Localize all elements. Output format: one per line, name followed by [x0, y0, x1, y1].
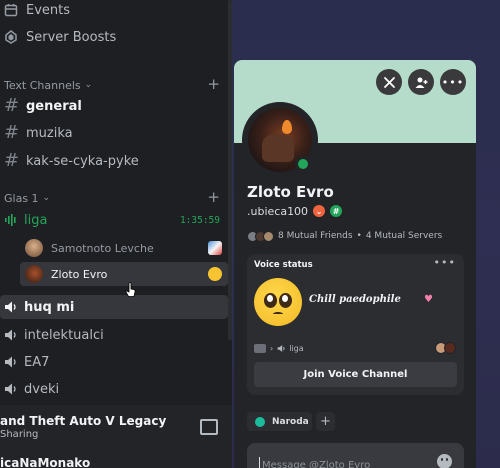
voice-user-name: Zloto Evro — [51, 267, 108, 281]
voice-activity-icon — [4, 213, 18, 227]
voice-user-samotnoto-levche[interactable]: Samotnoto Levche — [20, 236, 228, 260]
voice-status-title: Voice status — [254, 260, 313, 270]
more-options-button[interactable]: ••• — [440, 69, 466, 95]
boost-icon — [4, 30, 18, 44]
pleading-face-icon — [208, 267, 222, 281]
role-name: Naroda — [272, 416, 309, 427]
mutual-servers-label: 4 Mutual Servers — [365, 231, 443, 241]
speaker-icon — [4, 328, 18, 342]
voice-channel-row[interactable]: › liga — [254, 342, 304, 354]
current-user-name[interactable]: icaNaMonako — [0, 456, 90, 468]
emoji-eye — [279, 293, 292, 308]
voice-channel-ea7[interactable]: EA7 — [0, 350, 49, 374]
activity-panel: and Theft Auto V Legacy Sharing — [0, 404, 232, 452]
mutual-info[interactable]: 8 Mutual Friends • 4 Mutual Servers — [247, 229, 442, 243]
online-status-indicator — [295, 156, 311, 172]
pleading-face-icon — [254, 278, 302, 326]
chevron-down-icon: ⌄ — [84, 80, 93, 90]
hash-icon: # — [4, 122, 20, 143]
channel-label: EA7 — [24, 354, 50, 370]
heart-icon: ♥ — [424, 294, 433, 305]
voice-channel-dveki[interactable]: dveki — [0, 377, 59, 401]
profile-display-name: Zloto Evro — [247, 183, 334, 201]
chevron-right-icon: › — [270, 343, 274, 353]
channel-label: kak-se-cyka-pyke — [26, 153, 139, 169]
channel-sidebar: Events Server Boosts Text Channels ⌄ + #… — [0, 0, 232, 468]
voice-channel-huq-mi[interactable]: huq mi — [0, 295, 228, 319]
channel-muzika[interactable]: # muzika — [0, 121, 73, 145]
swords-icon — [383, 76, 395, 88]
category-glas-1[interactable]: Glas 1 ⌄ — [4, 190, 50, 206]
more-icon[interactable]: ••• — [434, 256, 456, 269]
role-tag[interactable]: Naroda — [247, 412, 312, 431]
create-channel-icon[interactable]: + — [207, 190, 220, 205]
hashtag-badge-icon: # — [330, 205, 343, 217]
speaker-icon — [4, 382, 18, 396]
user-panel: icaNaMonako — [0, 452, 232, 468]
activity-title: and Theft Auto V Legacy — [0, 414, 167, 428]
speaker-icon — [277, 344, 285, 352]
add-friend-button[interactable] — [408, 69, 434, 95]
message-input[interactable] — [259, 457, 429, 468]
sidebar-item-label: Events — [26, 2, 71, 18]
category-label: Glas 1 — [4, 191, 39, 205]
channel-label: muzika — [26, 125, 73, 141]
user-profile-popout: ••• Zloto Evro .ubieca100 ⌄ # 8 Mutual F… — [234, 60, 476, 468]
chevron-down-icon: ⌄ — [42, 193, 51, 203]
voice-channel-intelektualci[interactable]: intelektualci — [0, 323, 104, 347]
server-icon — [254, 343, 266, 353]
avatar-figure — [262, 134, 294, 162]
voice-user-name: Samotnoto Levche — [51, 241, 154, 255]
category-text-channels[interactable]: Text Channels ⌄ — [4, 77, 92, 93]
avatar — [25, 265, 43, 283]
avatar — [263, 230, 274, 242]
avatar — [444, 342, 456, 354]
sidebar-item-label: Server Boosts — [26, 29, 117, 45]
activity-subtitle: Sharing — [0, 429, 39, 440]
voice-channel-name: liga — [289, 343, 304, 353]
join-voice-channel-button[interactable]: Join Voice Channel — [254, 362, 457, 387]
voice-channel-liga[interactable]: liga 1:35:59 — [0, 208, 232, 232]
sidebar-item-events[interactable]: Events — [0, 0, 70, 22]
emoji-eye — [264, 293, 277, 308]
add-friend-icon — [415, 77, 427, 88]
custom-status-text: Chill paedophile — [309, 294, 401, 305]
calendar-icon — [4, 3, 18, 17]
torch-flame — [282, 120, 292, 134]
hand-cursor-icon — [125, 282, 136, 297]
speaker-icon — [4, 300, 18, 314]
nitro-badge-icon: ⌄ — [313, 205, 326, 217]
voice-participants — [435, 342, 456, 354]
create-channel-icon[interactable]: + — [207, 77, 220, 92]
role-color-dot — [255, 416, 265, 427]
voice-user-zloto-evro[interactable]: Zloto Evro — [20, 262, 228, 286]
channel-kak-se-cyka-pyke[interactable]: # kak-se-cyka-pyke — [0, 149, 139, 173]
hash-icon: # — [4, 150, 20, 171]
more-icon: ••• — [441, 75, 465, 89]
channel-label: intelektualci — [24, 327, 104, 343]
speaker-icon — [4, 355, 18, 369]
message-box — [247, 443, 464, 468]
activity-badge-icon — [208, 241, 222, 255]
channel-label: huq mi — [24, 299, 75, 315]
separator-dot: • — [356, 231, 362, 241]
sidebar-item-server-boosts[interactable]: Server Boosts — [0, 25, 116, 49]
mutual-friends-label: 8 Mutual Friends — [278, 231, 353, 241]
voice-status-card: Voice status ••• Chill paedophile ♥ › li… — [247, 254, 464, 395]
channel-general[interactable]: # general — [0, 94, 82, 118]
category-label: Text Channels — [4, 78, 81, 92]
channel-label: general — [26, 98, 82, 114]
username-row: .ubieca100 ⌄ # — [247, 203, 343, 219]
voice-channel-label: liga — [24, 212, 48, 228]
voice-timer: 1:35:59 — [179, 214, 220, 226]
channel-label: dveki — [24, 381, 60, 397]
hash-icon: # — [4, 95, 20, 116]
profile-username: .ubieca100 — [247, 204, 309, 218]
emoji-picker-icon[interactable] — [437, 454, 452, 468]
emoji-mouth — [273, 312, 283, 316]
add-role-button[interactable]: + — [316, 412, 335, 431]
voice-call-button[interactable] — [376, 69, 402, 95]
screen-share-icon[interactable] — [200, 419, 218, 435]
avatar — [25, 239, 43, 257]
